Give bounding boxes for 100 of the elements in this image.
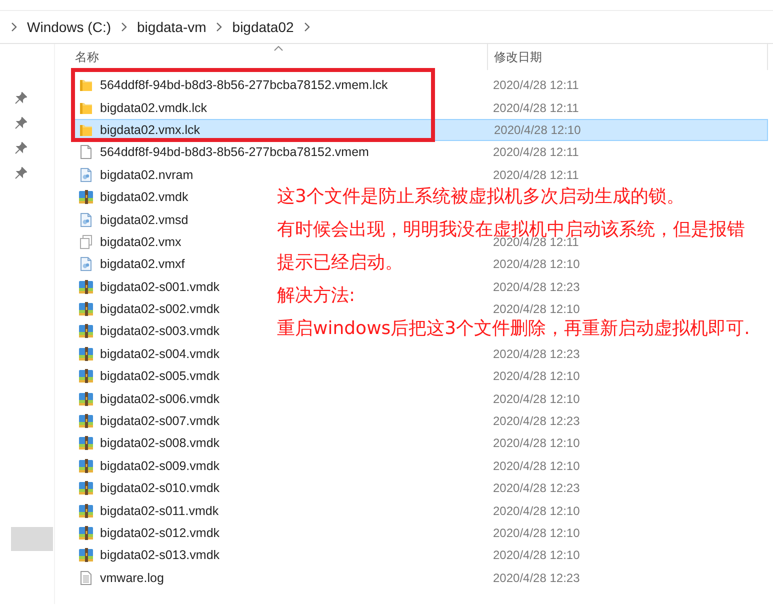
file-name: bigdata02-s006.vmdk: [100, 392, 220, 406]
file-row[interactable]: bigdata02.vmdk: [72, 186, 194, 208]
chevron-icon[interactable]: [121, 22, 128, 32]
archive-icon: [78, 189, 94, 206]
text-file-icon: [78, 570, 94, 586]
modified-date: 2020/4/28 12:23: [493, 346, 580, 361]
archive-icon: [78, 323, 94, 340]
file-name: bigdata02-s012.vmdk: [100, 526, 220, 540]
file-name: bigdata02-s007.vmdk: [100, 414, 220, 428]
archive-icon: [78, 346, 94, 362]
file-row[interactable]: bigdata02-s002.vmdk: [72, 298, 225, 320]
file-name: bigdata02-s001.vmdk: [100, 280, 220, 294]
file-row[interactable]: bigdata02.vmx.lck 2020/4/28 12:10: [72, 118, 768, 142]
file-row[interactable]: bigdata02-s012.vmdk: [72, 522, 225, 544]
modified-date: 2020/4/28 12:10: [494, 122, 581, 137]
modified-date: 2020/4/28 12:11: [493, 145, 579, 160]
document-icon: [78, 212, 94, 228]
modified-date: 2020/4/28 12:10: [493, 504, 580, 518]
file-row[interactable]: bigdata02-s004.vmdk: [72, 342, 225, 366]
column-header[interactable]: 修改日期: [494, 48, 542, 66]
breadcrumb-item[interactable]: bigdata-vm: [137, 19, 206, 35]
file-row[interactable]: bigdata02-s013.vmdk: [72, 544, 225, 567]
archive-icon: [78, 301, 94, 318]
modified-date: 2020/4/28 12:10: [493, 369, 580, 384]
modified-date: 2020/4/28 12:11: [493, 100, 579, 115]
sort-caret-icon: [274, 46, 283, 51]
archive-icon: [78, 458, 94, 474]
annotation-text: 提示已经启动。: [277, 253, 403, 273]
file-row[interactable]: bigdata02-s005.vmdk: [72, 365, 225, 388]
chevron-icon[interactable]: [11, 22, 17, 32]
document-icon: [78, 144, 94, 160]
file-row[interactable]: bigdata02-s008.vmdk: [72, 432, 225, 455]
column-header[interactable]: 名称: [75, 48, 99, 66]
file-row[interactable]: bigdata02-s009.vmdk: [72, 454, 225, 478]
modified-date: 2020/4/28 12:10: [493, 302, 580, 316]
modified-date: 2020/4/28 12:23: [493, 280, 580, 294]
file-name: bigdata02-s005.vmdk: [100, 369, 220, 384]
file-name: bigdata02-s011.vmdk: [100, 504, 219, 518]
modified-date: 2020/4/28 12:10: [493, 548, 580, 562]
file-name: 564ddf8f-94bd-b8d3-8b56-277bcba78152.vmem.lck: [100, 78, 388, 92]
archive-icon: [78, 278, 94, 295]
document-icon: [78, 166, 94, 183]
file-name: bigdata02-s004.vmdk: [100, 346, 220, 361]
breadcrumb-item[interactable]: bigdata02: [232, 19, 294, 35]
file-name: bigdata02.vmx.lck: [100, 122, 200, 137]
file-name: bigdata02.vmdk: [100, 190, 188, 204]
annotation-text: 解决方法:: [277, 286, 356, 306]
pin-icon[interactable]: [15, 92, 27, 104]
archive-icon: [78, 435, 94, 452]
file-row[interactable]: bigdata02-s007.vmdk: [72, 410, 225, 432]
pin-icon[interactable]: [15, 167, 27, 179]
file-name: bigdata02-s013.vmdk: [100, 548, 220, 562]
file-name: bigdata02.vmxf: [100, 257, 185, 272]
archive-icon: [78, 480, 94, 496]
file-row[interactable]: 564ddf8f-94bd-b8d3-8b56-277bcba78152.vmem.lck: [72, 74, 393, 96]
file-row[interactable]: bigdata02.vmxf: [72, 253, 190, 276]
file-name: bigdata02.vmsd: [100, 212, 188, 227]
modified-date: 2020/4/28 12:10: [493, 526, 580, 540]
pin-icon[interactable]: [15, 117, 27, 129]
file-row[interactable]: bigdata02-s003.vmdk: [72, 320, 225, 343]
modified-date: 2020/4/28 12:10: [493, 458, 580, 473]
file-row[interactable]: bigdata02-s011.vmdk: [72, 499, 224, 522]
annotation-text: 重启windows后把这3个文件删除，再重新启动虚拟机即可.: [277, 319, 750, 339]
file-name: bigdata02-s010.vmdk: [100, 481, 220, 496]
file-name: bigdata02.nvram: [100, 168, 194, 182]
file-name: bigdata02-s002.vmdk: [100, 302, 220, 316]
documents-icon: [78, 234, 94, 250]
modified-date: 2020/4/28 12:10: [493, 257, 580, 272]
folder-icon: [78, 77, 94, 94]
file-row[interactable]: bigdata02.nvram: [72, 164, 198, 186]
archive-icon: [78, 547, 94, 564]
chevron-icon[interactable]: [216, 22, 222, 32]
archive-icon: [78, 525, 94, 541]
file-row[interactable]: bigdata02-s006.vmdk: [72, 387, 225, 410]
file-name: bigdata02.vmdk.lck: [100, 100, 208, 115]
archive-icon: [78, 390, 94, 407]
modified-date: 2020/4/28 12:10: [493, 436, 580, 450]
file-row[interactable]: bigdata02.vmx: [72, 230, 186, 254]
archive-icon: [78, 368, 94, 384]
scrollbar-thumb[interactable]: [11, 527, 53, 551]
file-name: bigdata02.vmx: [100, 234, 182, 249]
modified-date: 2020/4/28 12:23: [493, 570, 580, 585]
file-name: bigdata02-s009.vmdk: [100, 458, 220, 473]
modified-date: 2020/4/28 12:23: [493, 414, 580, 428]
chevron-icon[interactable]: [304, 22, 310, 32]
pin-icon[interactable]: [15, 142, 27, 154]
file-row[interactable]: bigdata02-s010.vmdk: [72, 477, 225, 500]
file-row[interactable]: bigdata02-s001.vmdk: [72, 276, 225, 298]
modified-date: 2020/4/28 12:10: [493, 392, 580, 406]
file-row[interactable]: 564ddf8f-94bd-b8d3-8b56-277bcba78152.vmem: [72, 141, 374, 164]
document-icon: [78, 256, 94, 272]
breadcrumb-item[interactable]: Windows (C:): [27, 19, 112, 35]
file-row[interactable]: vmware.log: [72, 566, 169, 589]
file-name: vmware.log: [100, 570, 164, 585]
archive-icon: [78, 413, 94, 430]
file-row[interactable]: bigdata02.vmdk.lck: [72, 96, 212, 119]
file-name: bigdata02-s003.vmdk: [100, 324, 220, 338]
file-name: 564ddf8f-94bd-b8d3-8b56-277bcba78152.vmem: [100, 145, 369, 160]
file-row[interactable]: bigdata02.vmsd: [72, 208, 194, 231]
annotation-text: 这3个文件是防止系统被虚拟机多次启动生成的锁。: [277, 187, 684, 207]
